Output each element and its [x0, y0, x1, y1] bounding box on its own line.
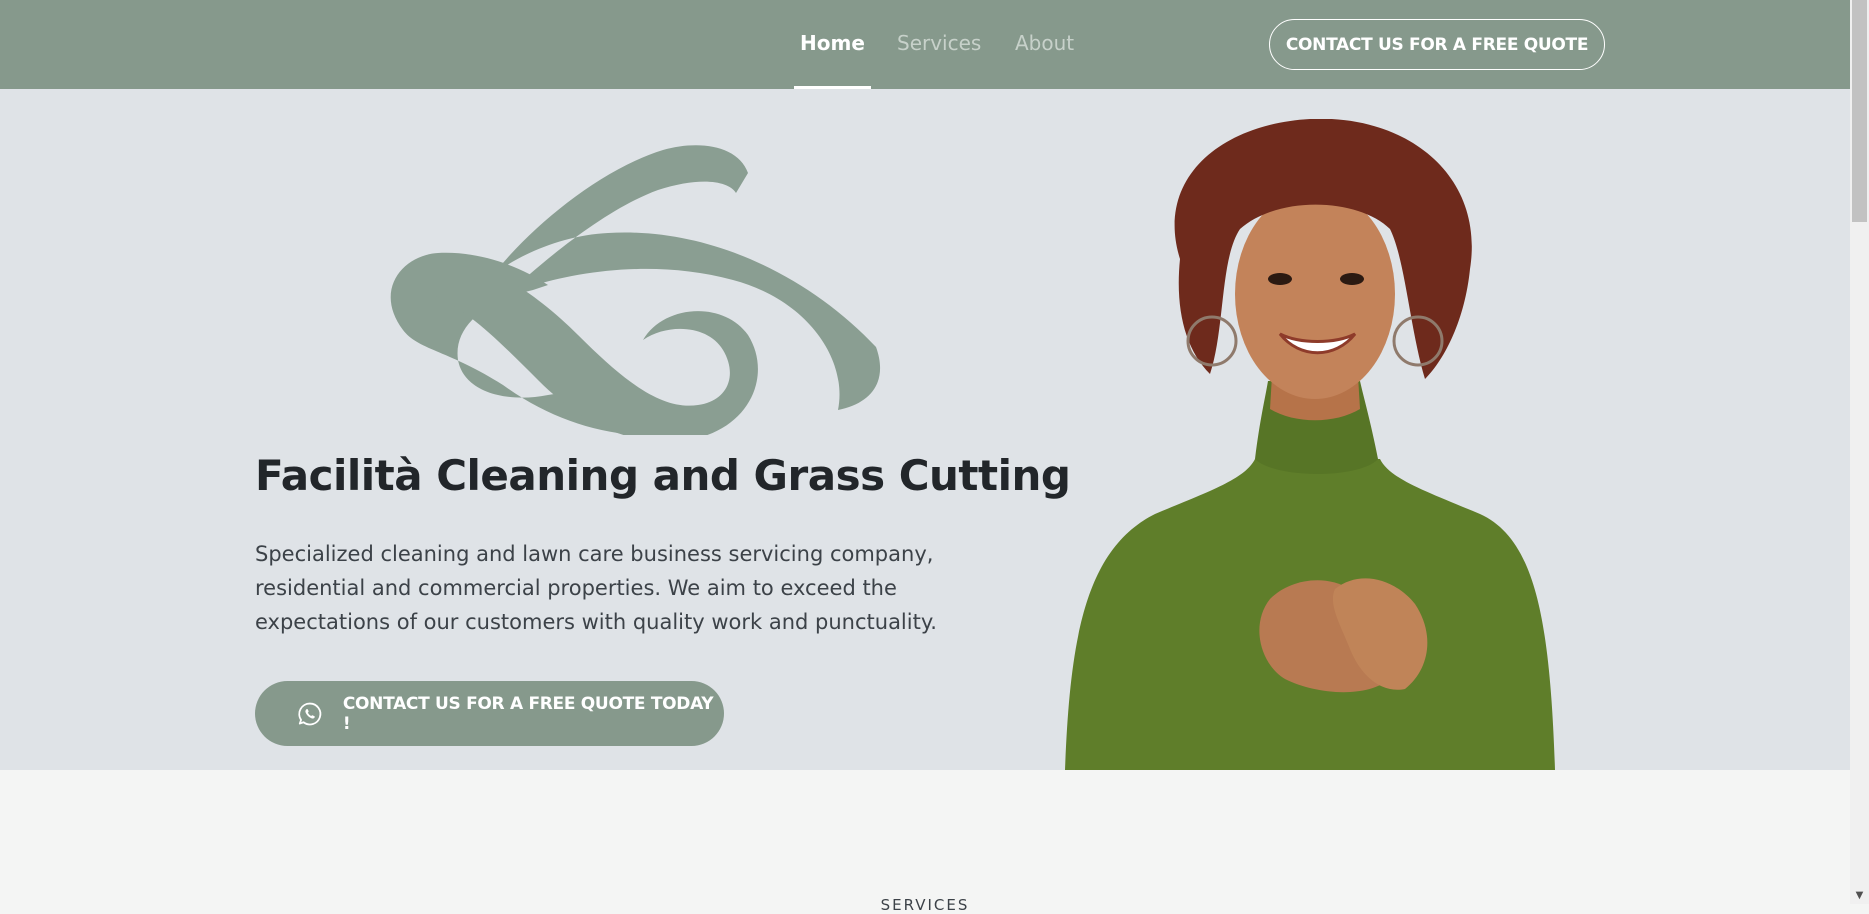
hero-quote-button[interactable]: CONTACT US FOR A FREE QUOTE TODAY ! — [255, 681, 724, 746]
nav-about-link[interactable]: About — [1015, 31, 1074, 55]
whatsapp-icon — [298, 702, 322, 725]
page-scrollbar[interactable]: ▼ — [1850, 0, 1869, 904]
services-section-heading: SERVICES — [880, 896, 970, 914]
scroll-down-arrow-icon[interactable]: ▼ — [1850, 887, 1869, 904]
nav-home-link[interactable]: Home — [800, 31, 865, 55]
scrollbar-thumb[interactable] — [1852, 0, 1867, 222]
header-quote-button[interactable]: CONTACT US FOR A FREE QUOTE — [1269, 19, 1605, 70]
hero-section: Facilità Cleaning and Grass Cutting Spec… — [0, 89, 1850, 770]
nav-services-link[interactable]: Services — [897, 31, 981, 55]
hero-title: Facilità Cleaning and Grass Cutting — [255, 451, 1071, 500]
site-header: Home Services About CONTACT US FOR A FRE… — [0, 0, 1850, 89]
hero-quote-button-label: CONTACT US FOR A FREE QUOTE TODAY ! — [342, 693, 714, 734]
brand-logo — [390, 145, 881, 435]
hero-description: Specialized cleaning and lawn care busin… — [255, 542, 937, 634]
hero-person-image — [1065, 119, 1555, 770]
